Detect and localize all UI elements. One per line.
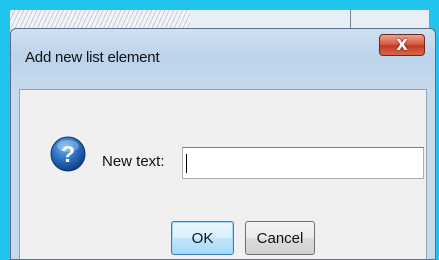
close-button[interactable]: X xyxy=(379,34,425,56)
new-text-input[interactable] xyxy=(182,147,424,179)
dialog-title: Add new list element xyxy=(25,49,160,66)
add-list-element-dialog: Add new list element X ? New text: OK Ca… xyxy=(10,28,436,260)
text-cursor xyxy=(186,154,187,173)
svg-text:?: ? xyxy=(61,141,75,167)
dialog-titlebar[interactable]: Add new list element X xyxy=(11,29,435,89)
close-icon: X xyxy=(396,36,408,54)
question-icon: ? xyxy=(50,136,86,172)
dialog-content: ? New text: OK Cancel xyxy=(19,89,427,259)
new-text-label: New text: xyxy=(102,153,165,170)
ok-button[interactable]: OK xyxy=(171,221,234,255)
cancel-button[interactable]: Cancel xyxy=(245,221,315,255)
